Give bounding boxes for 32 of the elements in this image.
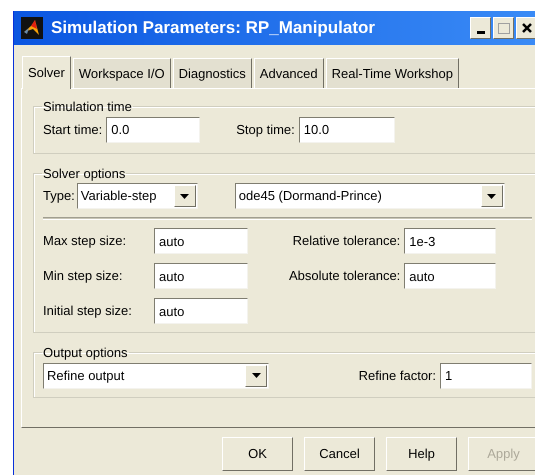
group-title: Solver options: [42, 164, 126, 183]
field-label: Start time:: [43, 120, 102, 139]
text-field[interactable]: 1: [440, 362, 532, 388]
tab[interactable]: Solver: [22, 56, 71, 89]
tab[interactable]: Workspace I/O: [72, 58, 171, 88]
field-label: Stop time:: [236, 120, 295, 139]
dropdown-field[interactable]: Refine output: [43, 362, 269, 388]
text-field[interactable]: auto: [154, 298, 248, 324]
text-field[interactable]: 10.0: [298, 116, 395, 142]
field-label: Relative tolerance:: [292, 232, 400, 250]
text-field[interactable]: auto: [154, 228, 248, 254]
dialog-button[interactable]: Cancel: [304, 437, 375, 471]
dropdown-field[interactable]: ode45 (Dormand-Prince): [234, 183, 505, 209]
dropdown-field[interactable]: Variable-step: [76, 183, 198, 209]
field-label: Absolute tolerance:: [289, 267, 400, 286]
group-title: Output options: [42, 344, 129, 362]
text-field[interactable]: 0.0: [106, 116, 200, 142]
text-field[interactable]: auto: [154, 263, 248, 289]
group-title: Simulation time: [42, 98, 133, 116]
field-label: Initial step size:: [43, 302, 133, 320]
field-label: Refine factor:: [358, 366, 436, 385]
text-field[interactable]: auto: [404, 263, 496, 289]
tab[interactable]: Advanced: [254, 58, 324, 88]
text-field[interactable]: 1e-3: [404, 228, 496, 254]
tab[interactable]: Real-Time Workshop: [326, 58, 459, 88]
dialog-button[interactable]: OK: [222, 437, 293, 471]
tab[interactable]: Diagnostics: [172, 58, 252, 88]
field-label: Max step size:: [43, 232, 128, 250]
field-label: Min step size:: [43, 267, 124, 286]
window-title: Simulation Parameters: RP_Manipulator: [51, 17, 376, 40]
field-label: Type:: [43, 187, 75, 206]
dialog-button[interactable]: Help: [386, 437, 457, 471]
